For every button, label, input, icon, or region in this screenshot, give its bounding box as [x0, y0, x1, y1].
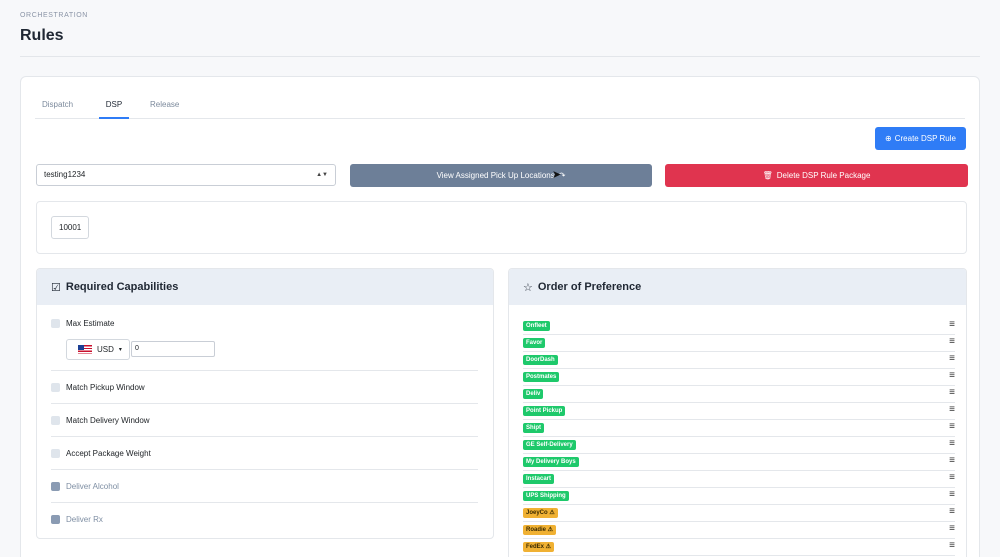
delete-rule-package-button[interactable]: 🗑 Delete DSP Rule Package: [665, 164, 968, 187]
provider-badge: Favor: [523, 338, 546, 348]
drag-handle-icon[interactable]: ≡: [949, 336, 955, 347]
create-dsp-rule-label: Create DSP Rule: [894, 134, 956, 143]
page-eyebrow: ORCHESTRATION: [20, 12, 88, 19]
capability-label: Deliver Alcohol: [66, 481, 119, 491]
tab-release[interactable]: Release: [150, 99, 179, 119]
checkbox-square-icon: ☑: [51, 281, 61, 294]
capability-checkbox[interactable]: [51, 448, 60, 458]
capability-deliver-rx[interactable]: Deliver Rx: [51, 503, 478, 536]
max-estimate-row: Max Estimate: [51, 319, 114, 328]
view-pickup-locations-label: View Assigned Pick Up Locations: [436, 171, 555, 180]
preference-row[interactable]: UPS Shipping ≡: [523, 488, 955, 505]
rules-card: Dispatch DSP Release ⊕ Create DSP Rule t…: [20, 76, 980, 557]
drag-handle-icon[interactable]: ≡: [949, 319, 955, 330]
required-capabilities-header: ☑ Required Capabilities: [37, 269, 493, 305]
drag-handle-icon[interactable]: ≡: [949, 438, 955, 449]
capability-label: Match Delivery Window: [66, 415, 150, 425]
trash-icon: 🗑: [762, 171, 773, 180]
drag-handle-icon[interactable]: ≡: [949, 472, 955, 483]
capability-deliver-alcohol[interactable]: Deliver Alcohol: [51, 470, 478, 503]
capability-label: Deliver Rx: [66, 515, 103, 524]
header-divider: [20, 56, 980, 57]
drag-handle-icon[interactable]: ≡: [949, 421, 955, 432]
preference-row[interactable]: My Delivery Boys ≡: [523, 454, 955, 471]
capability-accept-package-weight[interactable]: Accept Package Weight: [51, 437, 478, 470]
drag-handle-icon[interactable]: ≡: [949, 489, 955, 500]
provider-badge: UPS Shipping: [523, 491, 569, 501]
currency-value: USD: [97, 345, 114, 354]
preference-row[interactable]: Point Pickup ≡: [523, 403, 955, 420]
order-of-preference-panel: ☆ Order of Preference Onfleet ≡ Favor ≡ Door…: [508, 268, 967, 557]
plus-circle-icon: ⊕: [885, 134, 892, 143]
capability-match-delivery-window[interactable]: Match Delivery Window: [51, 404, 478, 437]
capability-match-pickup-window[interactable]: Match Pickup Window: [51, 371, 478, 404]
zip-code-chip[interactable]: 10001: [51, 216, 90, 239]
preference-row[interactable]: DoorDash ≡: [523, 352, 955, 369]
capability-checkbox[interactable]: [51, 481, 60, 491]
preference-row[interactable]: Onfleet ≡: [523, 318, 955, 335]
drag-handle-icon[interactable]: ≡: [949, 455, 955, 466]
view-pickup-locations-button[interactable]: View Assigned Pick Up Locations ↷: [350, 164, 652, 187]
preference-row[interactable]: Favor ≡: [523, 335, 955, 352]
capability-checkbox[interactable]: [51, 415, 60, 425]
drag-handle-icon[interactable]: ≡: [949, 353, 955, 364]
tab-dispatch[interactable]: Dispatch: [42, 99, 73, 119]
preference-row[interactable]: Instacart ≡: [523, 471, 955, 488]
page-header: ORCHESTRATION Rules: [20, 12, 88, 45]
provider-badge: JoeyCo ⚠: [523, 508, 558, 518]
provider-badge: Postmates: [523, 372, 560, 382]
order-of-preference-header: ☆ Order of Preference: [509, 269, 966, 305]
us-flag-icon: [78, 345, 92, 354]
preference-row[interactable]: Postmates ≡: [523, 369, 955, 386]
required-capabilities-panel: ☑ Required Capabilities Max Estimate USD…: [36, 268, 494, 539]
capability-checkbox[interactable]: [51, 382, 60, 392]
capability-label: Match Pickup Window: [66, 382, 145, 392]
star-icon: ☆: [523, 281, 533, 294]
currency-select[interactable]: USD ▾: [66, 339, 130, 360]
drag-handle-icon[interactable]: ≡: [949, 387, 955, 398]
provider-badge: My Delivery Boys: [523, 457, 579, 467]
provider-badge: Point Pickup: [523, 406, 566, 416]
page-title: Rules: [20, 27, 64, 44]
tab-dsp[interactable]: DSP: [99, 99, 129, 119]
preference-row[interactable]: GE Self-Delivery ≡: [523, 437, 955, 454]
chevron-updown-icon: ▲▼: [316, 172, 328, 178]
provider-badge: Onfleet: [523, 321, 550, 331]
drag-handle-icon[interactable]: ≡: [949, 506, 955, 517]
chevron-down-icon: ▾: [118, 347, 122, 353]
provider-badge: DoorDash: [523, 355, 558, 365]
preference-row[interactable]: JoeyCo ⚠ ≡: [523, 505, 955, 522]
drag-handle-icon[interactable]: ≡: [949, 540, 955, 551]
drag-handle-icon[interactable]: ≡: [949, 404, 955, 415]
rule-package-value: testing1234: [44, 170, 86, 179]
required-capabilities-title: Required Capabilities: [65, 281, 179, 293]
capability-checkbox[interactable]: [51, 515, 60, 524]
provider-badge: Roadie ⚠: [523, 525, 557, 535]
zip-code-card: 10001: [36, 201, 967, 254]
preference-row[interactable]: Shipt ≡: [523, 420, 955, 437]
create-dsp-rule-button[interactable]: ⊕ Create DSP Rule: [875, 127, 966, 150]
drag-handle-icon[interactable]: ≡: [949, 523, 955, 534]
rule-package-select[interactable]: testing1234 ▲▼: [36, 164, 336, 186]
provider-badge: Deliv: [523, 389, 544, 399]
provider-badge: GE Self-Delivery: [523, 440, 576, 450]
max-estimate-label: Max Estimate: [66, 319, 115, 328]
max-estimate-checkbox[interactable]: [51, 319, 60, 328]
order-of-preference-title: Order of Preference: [537, 281, 642, 293]
mouse-pointer-icon: ➤: [552, 169, 562, 181]
provider-badge: FedEx ⚠: [523, 542, 555, 552]
capability-label: Accept Package Weight: [66, 448, 151, 458]
max-estimate-input[interactable]: 0: [131, 341, 215, 357]
preference-row[interactable]: Deliv ≡: [523, 386, 955, 403]
provider-badge: Shipt: [523, 423, 544, 433]
preference-row[interactable]: Roadie ⚠ ≡: [523, 522, 955, 539]
drag-handle-icon[interactable]: ≡: [949, 370, 955, 381]
tab-bar: Dispatch DSP Release: [35, 99, 965, 119]
preference-row[interactable]: FedEx ⚠ ≡: [523, 539, 955, 556]
delete-rule-package-label: Delete DSP Rule Package: [776, 171, 871, 180]
provider-badge: Instacart: [523, 474, 555, 484]
